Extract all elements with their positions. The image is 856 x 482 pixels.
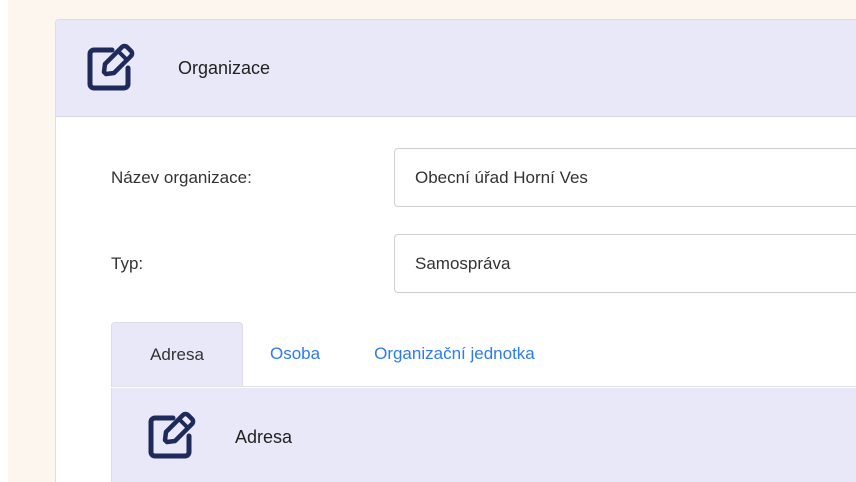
sub-card-title: Adresa	[235, 427, 293, 447]
organization-card: Organizace Název organizace: Typ: Adresa…	[55, 19, 856, 482]
tab-osoba[interactable]: Osoba	[243, 322, 347, 386]
form-row-type: Typ:	[111, 234, 856, 293]
organization-card-header: Organizace	[56, 20, 856, 117]
address-sub-card-header: Adresa	[111, 388, 856, 482]
card-title: Organizace	[178, 57, 271, 78]
edit-icon	[82, 40, 138, 96]
organization-name-label: Název organizace:	[111, 167, 252, 187]
type-label: Typ:	[111, 253, 144, 273]
tab-adresa[interactable]: Adresa	[111, 322, 243, 386]
page-left-strip	[0, 0, 8, 482]
tab-bar: Adresa Osoba Organizační jednotka	[111, 322, 856, 387]
type-input[interactable]	[394, 234, 856, 293]
organization-name-input[interactable]	[394, 148, 856, 207]
edit-icon	[143, 408, 199, 464]
tab-organizacni-jednotka[interactable]: Organizační jednotka	[347, 322, 562, 386]
form-row-organization-name: Název organizace:	[111, 148, 856, 207]
